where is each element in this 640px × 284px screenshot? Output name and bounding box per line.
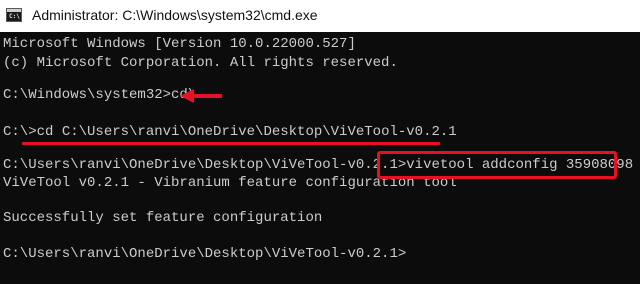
console-line: C:\Users\ranvi\OneDrive\Desktop\ViVeTool… xyxy=(3,245,406,264)
console-line: C:\Windows\system32>cd\ xyxy=(3,86,196,105)
console-line: C:\>cd C:\Users\ranvi\OneDrive\Desktop\V… xyxy=(3,123,457,142)
annotation-arrow xyxy=(180,89,222,103)
window-titlebar[interactable]: C:\ Administrator: C:\Windows\system32\c… xyxy=(0,0,640,32)
console-command: cd C:\Users\ranvi\OneDrive\Desktop\ViVeT… xyxy=(36,124,457,140)
annotation-underline xyxy=(22,142,440,145)
window-title: Administrator: C:\Windows\system32\cmd.e… xyxy=(32,7,318,23)
console-prompt: C:\Users\ranvi\OneDrive\Desktop\ViVeTool… xyxy=(3,157,407,173)
console-prompt: C:\Windows\system32> xyxy=(3,87,172,103)
console-line-text: Microsoft Windows [Version 10.0.22000.52… xyxy=(3,36,356,52)
console-line: Successfully set feature configuration xyxy=(3,209,322,228)
console-line: (c) Microsoft Corporation. All rights re… xyxy=(3,54,398,73)
annotation-highlight-box xyxy=(377,151,617,179)
console-line-text: (c) Microsoft Corporation. All rights re… xyxy=(3,55,398,71)
console-line: Microsoft Windows [Version 10.0.22000.52… xyxy=(3,35,356,54)
cmd-icon-glyph: C:\ xyxy=(9,13,20,20)
console-prompt: C:\> xyxy=(3,124,37,140)
cmd-console-icon: C:\ xyxy=(6,8,22,22)
console-prompt: C:\Users\ranvi\OneDrive\Desktop\ViVeTool… xyxy=(3,246,407,262)
console-line-text: Successfully set feature configuration xyxy=(3,210,323,226)
